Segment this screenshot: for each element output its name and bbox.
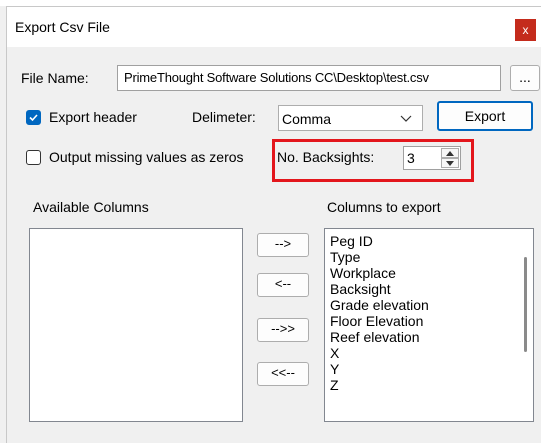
delimiter-dropdown[interactable]: Comma	[278, 105, 423, 131]
list-item[interactable]: Backsight	[325, 281, 533, 297]
output-missing-label: Output missing values as zeros	[49, 149, 244, 165]
browse-button[interactable]: ...	[510, 65, 540, 91]
output-missing-checkbox[interactable]	[26, 150, 41, 165]
delimiter-value: Comma	[282, 111, 332, 127]
window-title: Export Csv File	[15, 19, 110, 35]
list-item[interactable]: Peg ID	[325, 233, 533, 249]
delimiter-label: Delimeter:	[192, 109, 256, 125]
move-all-left-button[interactable]: <<--	[257, 362, 309, 386]
chevron-down-icon	[400, 115, 412, 122]
columns-to-export-label: Columns to export	[327, 199, 441, 215]
scrollbar-thumb[interactable]	[524, 257, 527, 352]
move-left-button[interactable]: <--	[257, 273, 309, 297]
close-button[interactable]: x	[515, 19, 536, 41]
move-all-right-button[interactable]: -->>	[257, 318, 309, 342]
list-item[interactable]: Z	[325, 377, 533, 393]
available-columns-list[interactable]	[29, 228, 243, 422]
list-item[interactable]: Grade elevation	[325, 297, 533, 313]
list-item[interactable]: Y	[325, 361, 533, 377]
export-button[interactable]: Export	[437, 101, 533, 131]
list-item[interactable]: X	[325, 345, 533, 361]
columns-to-export-list[interactable]: Peg ID Type Workplace Backsight Grade el…	[324, 228, 534, 422]
available-columns-label: Available Columns	[33, 199, 149, 215]
file-name-label: File Name:	[21, 70, 89, 86]
list-item[interactable]: Reef elevation	[325, 329, 533, 345]
file-name-input[interactable]: PrimeThought Software Solutions CC\Deskt…	[117, 65, 501, 91]
list-item[interactable]: Floor Elevation	[325, 313, 533, 329]
export-header-label: Export header	[49, 109, 137, 125]
list-item[interactable]: Type	[325, 249, 533, 265]
title-bar: Export Csv File x	[7, 7, 541, 47]
export-header-checkbox[interactable]	[26, 110, 41, 125]
file-name-value: PrimeThought Software Solutions CC\Deskt…	[124, 70, 429, 85]
export-csv-dialog: Export Csv File x File Name: PrimeThough…	[6, 6, 541, 443]
move-right-button[interactable]: -->	[257, 233, 309, 257]
highlight-annotation	[272, 139, 474, 182]
list-item[interactable]: Workplace	[325, 265, 533, 281]
checkmark-icon	[29, 114, 38, 122]
